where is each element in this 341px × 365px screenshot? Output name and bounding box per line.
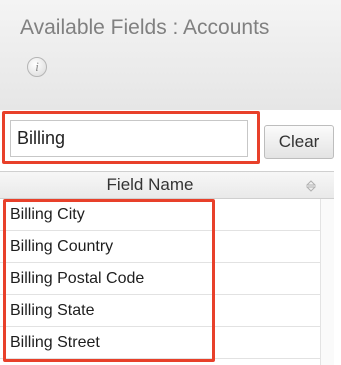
search-input[interactable] <box>10 120 248 157</box>
field-list: Billing City Billing Country Billing Pos… <box>0 199 320 359</box>
list-item[interactable]: Billing Street <box>0 327 320 359</box>
list-item[interactable]: Billing State <box>0 295 320 327</box>
list-item[interactable]: Billing Postal Code <box>0 263 320 295</box>
panel-header: Available Fields : Accounts i <box>0 0 341 111</box>
scrollbar-track[interactable] <box>320 199 334 365</box>
panel-title: Available Fields : Accounts <box>20 16 270 39</box>
available-fields-panel: Available Fields : Accounts i Clear Fiel… <box>0 0 341 365</box>
clear-button[interactable]: Clear <box>264 125 334 159</box>
column-header-label: Field Name <box>106 175 194 194</box>
column-header-field-name[interactable]: Field Name <box>0 171 334 199</box>
list-item[interactable]: Billing City <box>0 199 320 231</box>
list-item[interactable]: Billing Country <box>0 231 320 263</box>
info-icon[interactable]: i <box>27 57 47 77</box>
sort-icon[interactable] <box>306 180 316 192</box>
